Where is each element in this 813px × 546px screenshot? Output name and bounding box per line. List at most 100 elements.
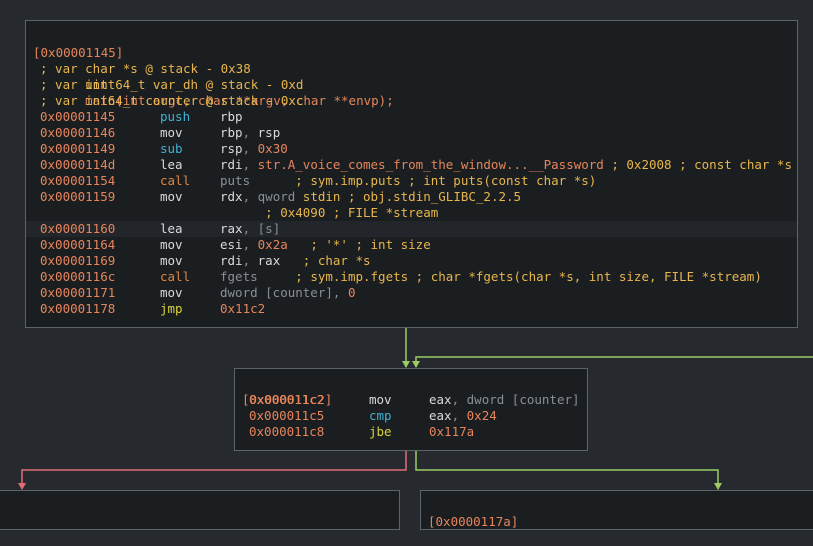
operand-part[interactable]: 0x117a xyxy=(429,424,474,439)
instr-mnemonic: mov xyxy=(160,125,183,140)
instr-operands: esi, 0x2a ; '*' ; int size xyxy=(220,237,431,253)
operand-part: ; '*' ; int size xyxy=(287,237,431,252)
operand-part: [s] xyxy=(257,221,281,236)
operand-part: eax xyxy=(429,408,452,423)
disasm-row[interactable]: 0x00001145 push rbp xyxy=(26,109,797,125)
operand-part[interactable]: 0x11c2 xyxy=(220,301,265,316)
instr-mnemonic: call xyxy=(160,173,191,188)
operand-part[interactable]: str.A_voice_comes_from_the_window...__Pa… xyxy=(258,157,604,172)
disasm-row[interactable]: 0x00001154 call puts ; sym.imp.puts ; int … xyxy=(26,173,797,189)
operand-part: ; sym.imp.fgets ; char *fgets(char *s, i… xyxy=(257,269,762,284)
operand-part: rsp xyxy=(257,125,281,140)
instr-mnemonic: mov xyxy=(160,285,183,300)
disasm-row[interactable]: 0x000011c5 cmp eax, 0x24 xyxy=(235,408,587,424)
disasm-row[interactable]: 0x0000114d lea rdi, str.A_voice_comes_from… xyxy=(26,157,797,173)
operand-part[interactable]: 0 xyxy=(348,285,356,300)
instr-address[interactable]: 0x00001149 xyxy=(40,141,115,157)
instr-address[interactable]: 0x00001146 xyxy=(40,125,115,141)
instr-operands: dword [counter], 0 xyxy=(220,285,355,301)
var-decl: ; var uint64_t var_dh @ stack - 0xd xyxy=(26,77,797,93)
operand-part: , xyxy=(242,157,258,172)
operand-part[interactable]: stdin xyxy=(303,189,341,204)
instr-address[interactable]: 0x00001145 xyxy=(40,109,115,125)
graph-node-main[interactable]: [0x00001145] int main(int argc, char **a… xyxy=(25,20,798,328)
instr-address[interactable]: 0x00001169 xyxy=(40,253,115,269)
instr-operands: rbp xyxy=(220,109,243,125)
disasm-row[interactable]: 0x000011c2 mov eax, dword [counter] xyxy=(235,392,587,408)
instr-address[interactable]: 0x00001164 xyxy=(40,237,115,253)
graph-node-exit[interactable] xyxy=(0,490,400,530)
instr-address[interactable]: 0x000011c5 xyxy=(249,408,324,424)
instr-mnemonic: mov xyxy=(369,392,392,407)
disasm-row[interactable]: 0x00001160 lea rax, [s] xyxy=(26,221,797,237)
operand-part: rbp xyxy=(220,109,243,124)
instr-mnemonic: call xyxy=(160,269,191,284)
operand-part[interactable]: 0x30 xyxy=(258,141,288,156)
disasm-row[interactable]: 0x00001169 mov rdi, rax ; char *s xyxy=(26,253,797,269)
instr-operands: rsp, 0x30 xyxy=(220,141,288,157)
function-signature: int main(int argc, char **argv, char **e… xyxy=(26,45,797,108)
operand-part: rdi xyxy=(220,253,243,268)
instr-address[interactable]: 0x0000116c xyxy=(40,269,115,285)
instr-mnemonic: mov xyxy=(160,237,183,252)
instr-address[interactable]: 0x00001160 xyxy=(40,221,115,237)
disasm-row[interactable]: 0x00001159 mov rdx, qword stdin ; obj.stdi… xyxy=(26,189,797,205)
instr-address[interactable]: 0x00001178 xyxy=(40,301,115,317)
arrow-head xyxy=(714,483,722,490)
instr-mnemonic: jmp xyxy=(160,301,183,316)
disasm-row[interactable]: 0x00001146 mov rbp, rsp xyxy=(26,125,797,141)
disasm-row[interactable]: ; 0x4090 ; FILE *stream xyxy=(26,205,797,221)
operand-part: rax xyxy=(257,253,281,268)
var-decl: ; var int64_t counter @ stack - 0xc xyxy=(26,93,797,109)
arrow-head xyxy=(18,483,26,490)
instr-operands: rbp, rsp xyxy=(220,125,280,141)
instr-address[interactable]: 0x00001154 xyxy=(40,173,115,189)
disasm-row[interactable]: 0x000011c8 jbe 0x117a xyxy=(235,424,587,440)
instr-operands: rax, [s] xyxy=(220,221,280,237)
operand-part: rbp xyxy=(220,125,243,140)
operand-part: qword xyxy=(257,189,303,204)
operand-part: esi xyxy=(220,237,243,252)
graph-node-loop-check[interactable]: [0x000011c2] 0x000011c2 mov eax, dword [co… xyxy=(234,368,588,451)
instr-address[interactable]: 0x000011c2 xyxy=(249,392,324,408)
operand-part[interactable]: 0x2a xyxy=(258,237,288,252)
operand-part: eax xyxy=(429,392,452,407)
operand-part: , xyxy=(242,221,258,236)
operand-part: , xyxy=(332,285,348,300)
disasm-row[interactable]: 0x0000116c call fgets ; sym.imp.fgets ; ch… xyxy=(26,269,797,285)
operand-part: rdi xyxy=(220,157,243,172)
operand-part: , xyxy=(242,125,258,140)
instr-address[interactable]: 0x00001159 xyxy=(40,189,115,205)
operand-part: [counter] xyxy=(265,285,333,300)
instr-operands: ; 0x4090 ; FILE *stream xyxy=(220,205,438,221)
operand-part: , xyxy=(242,253,258,268)
edge-false-branch xyxy=(21,451,407,489)
edge-back-loop xyxy=(415,356,813,367)
operand-part[interactable]: 0x24 xyxy=(467,408,497,423)
instr-operands: puts ; sym.imp.puts ; int puts(const cha… xyxy=(220,173,596,189)
var-decl-text: ; var uint64_t var_dh @ stack - 0xd xyxy=(40,77,304,92)
disasm-row[interactable]: 0x00001149 sub rsp, 0x30 xyxy=(26,141,797,157)
instr-address[interactable]: 0x000011c8 xyxy=(249,424,324,440)
instr-mnemonic: lea xyxy=(160,221,183,236)
disasm-row[interactable]: 0x00001164 mov esi, 0x2a ; '*' ; int size xyxy=(26,237,797,253)
operand-part: rax xyxy=(220,221,243,236)
instr-mnemonic: push xyxy=(160,109,191,124)
operand-part: , xyxy=(451,408,467,423)
operand-part: ; 0x4090 ; FILE *stream xyxy=(220,205,439,220)
instr-address[interactable]: 0x00001171 xyxy=(40,285,115,301)
instr-operands: 0x11c2 xyxy=(220,301,265,317)
operand-part: ; sym.imp.puts ; int puts(const char *s) xyxy=(250,173,597,188)
instr-operands: rdi, rax ; char *s xyxy=(220,253,371,269)
instr-mnemonic: mov xyxy=(160,253,183,268)
disasm-row[interactable]: 0x00001178 jmp 0x11c2 xyxy=(26,301,797,317)
instr-mnemonic: jbe xyxy=(369,424,392,439)
instr-mnemonic: lea xyxy=(160,157,183,172)
operand-part: , xyxy=(242,189,258,204)
operand-part: dword xyxy=(466,392,512,407)
disasm-row[interactable]: 0x00001171 mov dword [counter], 0 xyxy=(26,285,797,301)
graph-node-loop-body[interactable]: [0x0000117a] xyxy=(420,490,813,530)
instr-address[interactable]: 0x0000114d xyxy=(40,157,115,173)
instr-mnemonic: cmp xyxy=(369,408,392,423)
operand-part: ; char *s xyxy=(280,253,371,268)
